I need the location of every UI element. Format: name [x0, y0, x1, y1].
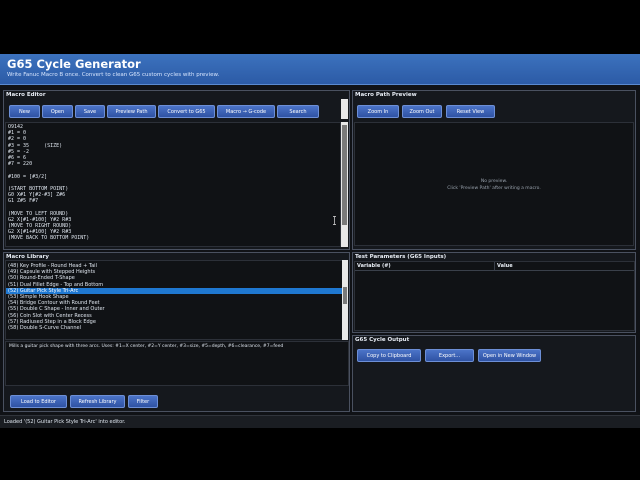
open-in-new-window-button[interactable]: Open in New Window — [478, 349, 541, 362]
open-button[interactable]: Open — [42, 105, 73, 118]
app-header: G65 Cycle Generator Write Fanuc Macro B … — [0, 54, 640, 85]
column-value[interactable]: Value — [495, 262, 513, 270]
text-cursor-icon — [333, 216, 336, 225]
macro-to-gcode-button[interactable]: Macro → G-code — [217, 105, 275, 118]
zoom-out-button[interactable]: Zoom Out — [402, 105, 442, 118]
library-item[interactable]: (58) Double S-Curve Channel — [6, 325, 344, 331]
test-parameters-title: Test Parameters (G65 Inputs) — [355, 254, 447, 260]
load-to-editor-button[interactable]: Load to Editor — [10, 395, 67, 408]
editor-scrollbar[interactable] — [341, 122, 348, 247]
reset-view-button[interactable]: Reset View — [446, 105, 495, 118]
refresh-library-button[interactable]: Refresh Library — [70, 395, 125, 408]
library-items: (48) Key Profile - Round Head + Tail (49)… — [6, 261, 344, 331]
code-lines: O9142 #1 = 0 #2 = 0 #3 = 35 (SIZE) #5 = -2 #6… — [6, 123, 340, 242]
toolbar-scrollbar[interactable] — [341, 99, 348, 119]
preview-empty-title: No preview. — [480, 179, 508, 184]
code-line[interactable]: (MOVE BACK TO BOTTOM POINT) — [6, 235, 340, 241]
macro-code-editor[interactable]: O9142 #1 = 0 #2 = 0 #3 = 35 (SIZE) #5 = -2 #6… — [5, 122, 341, 247]
status-bar: Loaded '(52) Guitar Pick Style Tri-Arc' … — [0, 415, 640, 428]
g65-output-panel: G65 Cycle Output — [352, 335, 636, 412]
new-button[interactable]: New — [9, 105, 40, 118]
path-preview-canvas[interactable]: No preview. Click 'Preview Path' after w… — [354, 122, 634, 246]
editor-scrollbar-thumb[interactable] — [342, 125, 347, 225]
grid-header: Variable (#) Value — [355, 262, 634, 271]
library-scrollbar-thumb[interactable] — [343, 287, 347, 304]
preview-path-button[interactable]: Preview Path — [107, 105, 156, 118]
macro-description: Mills a guitar pick shape with three arc… — [5, 341, 349, 386]
export-button[interactable]: Export... — [425, 349, 474, 362]
test-parameters-grid[interactable]: Variable (#) Value — [354, 261, 635, 331]
g65-output-title: G65 Cycle Output — [355, 337, 410, 343]
convert-to-g65-button[interactable]: Convert to G65 — [158, 105, 215, 118]
preview-empty-hint: Click 'Preview Path' after writing a mac… — [447, 186, 541, 191]
search-button[interactable]: Search — [277, 105, 319, 118]
macro-path-preview-title: Macro Path Preview — [355, 92, 417, 98]
copy-to-clipboard-button[interactable]: Copy to Clipboard — [357, 349, 421, 362]
filter-button[interactable]: Filter — [128, 395, 158, 408]
app-window: G65 Cycle Generator Write Fanuc Macro B … — [0, 54, 640, 428]
app-subtitle: Write Fanuc Macro B once. Convert to cle… — [7, 72, 220, 78]
app-title: G65 Cycle Generator — [7, 57, 141, 71]
zoom-in-button[interactable]: Zoom In — [357, 105, 399, 118]
column-variable[interactable]: Variable (#) — [355, 262, 495, 270]
macro-library-list[interactable]: (48) Key Profile - Round Head + Tail (49)… — [5, 260, 345, 340]
macro-editor-title: Macro Editor — [6, 92, 46, 98]
library-scrollbar[interactable] — [342, 260, 348, 340]
save-button[interactable]: Save — [75, 105, 105, 118]
